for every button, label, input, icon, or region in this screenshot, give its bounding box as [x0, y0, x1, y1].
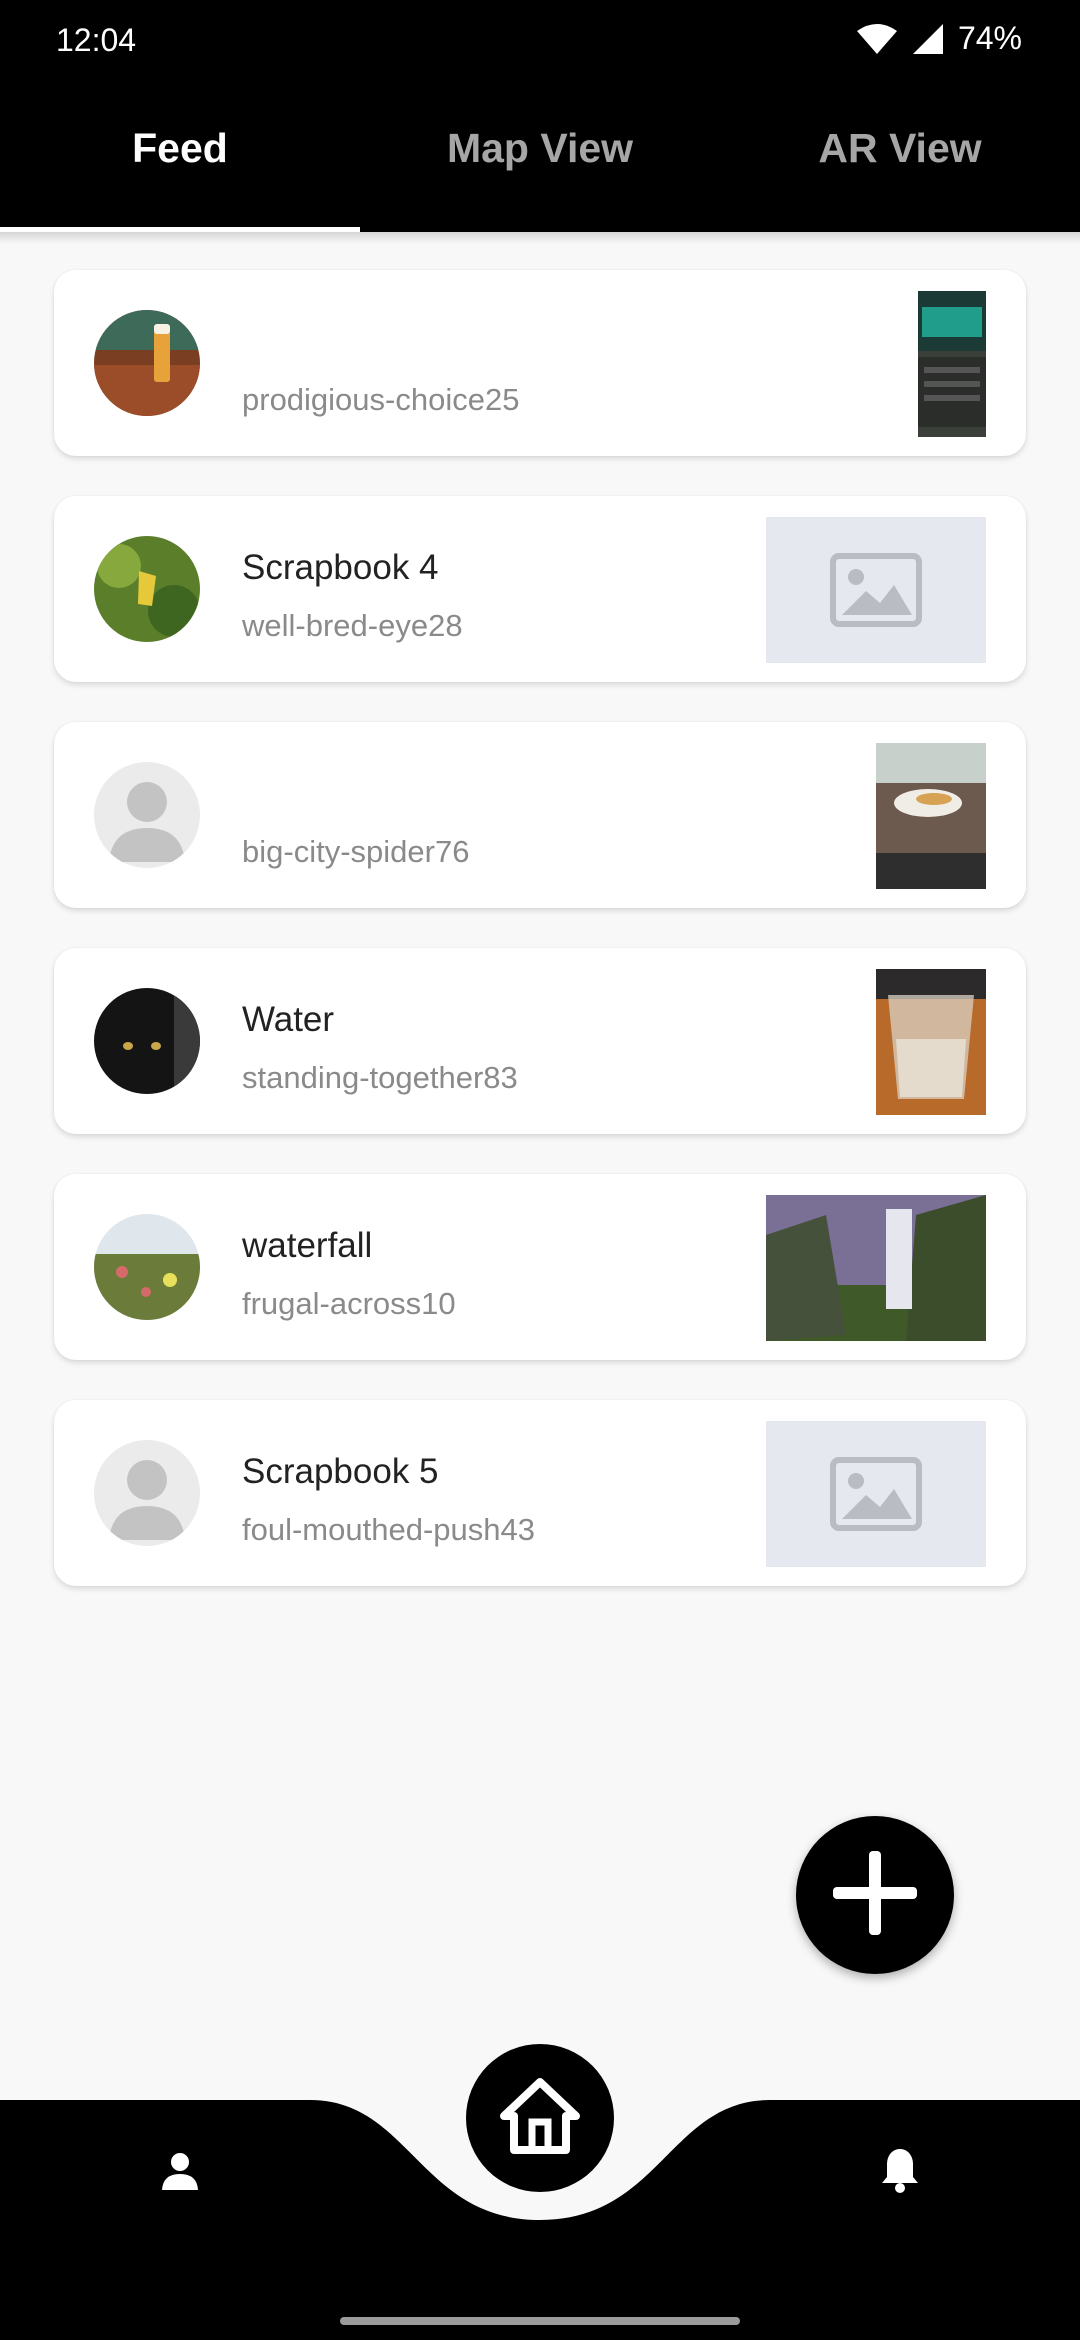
- feed-card[interactable]: prodigious-choice25: [54, 270, 1026, 456]
- card-username: well-bred-eye28: [242, 608, 463, 643]
- add-post-button[interactable]: [796, 1816, 954, 1974]
- bottom-navigation: [0, 2044, 1080, 2340]
- avatar: [94, 1214, 200, 1320]
- card-title: waterfall: [242, 1226, 373, 1265]
- status-bar: 12:04 74%: [0, 0, 1080, 82]
- feed-list: prodigious-choice25 Scrapbook 4 well-bre…: [54, 270, 1026, 1626]
- profile-nav-button[interactable]: [150, 2142, 210, 2202]
- feed-card[interactable]: Water standing-together83: [54, 948, 1026, 1134]
- image-placeholder-icon: [830, 553, 922, 627]
- card-thumbnail: [876, 969, 986, 1115]
- plus-icon: [827, 1845, 923, 1946]
- person-icon: [160, 2150, 200, 2195]
- card-username: big-city-spider76: [242, 834, 470, 869]
- tab-bar-shadow: [0, 232, 1080, 244]
- card-thumbnail: [766, 517, 986, 663]
- card-title: Scrapbook 4: [242, 548, 439, 587]
- tab-feed[interactable]: Feed: [0, 82, 360, 232]
- feed-card[interactable]: big-city-spider76: [54, 722, 1026, 908]
- card-username: frugal-across10: [242, 1286, 456, 1321]
- card-username: foul-mouthed-push43: [242, 1512, 535, 1547]
- home-icon: [498, 2076, 582, 2161]
- card-title: Water: [242, 1000, 335, 1039]
- card-username: standing-together83: [242, 1060, 518, 1095]
- card-thumbnail: [876, 743, 986, 889]
- cellular-signal-icon: [912, 23, 944, 55]
- battery-level: 74%: [957, 20, 1022, 56]
- status-time: 12:04: [56, 22, 137, 58]
- person-placeholder-icon: [94, 762, 200, 868]
- image-placeholder-icon: [830, 1457, 922, 1531]
- card-thumbnail: [918, 291, 986, 437]
- feed-card[interactable]: Scrapbook 5 foul-mouthed-push43: [54, 1400, 1026, 1586]
- bell-icon: [880, 2147, 920, 2198]
- home-nav-button[interactable]: [466, 2044, 614, 2192]
- card-title: Scrapbook 5: [242, 1452, 439, 1491]
- card-thumbnail: [766, 1421, 986, 1567]
- avatar: [94, 988, 200, 1094]
- tab-ar-view[interactable]: AR View: [720, 82, 1080, 232]
- feed-card[interactable]: Scrapbook 4 well-bred-eye28: [54, 496, 1026, 682]
- avatar: [94, 762, 200, 868]
- avatar: [94, 536, 200, 642]
- card-username: prodigious-choice25: [242, 382, 520, 417]
- notifications-nav-button[interactable]: [870, 2140, 930, 2204]
- feed-card[interactable]: waterfall frugal-across10: [54, 1174, 1026, 1360]
- person-placeholder-icon: [94, 1440, 200, 1546]
- avatar: [94, 1440, 200, 1546]
- tab-map-view[interactable]: Map View: [360, 82, 720, 232]
- status-icons: 74%: [856, 20, 1022, 57]
- avatar: [94, 310, 200, 416]
- wifi-icon: [856, 23, 898, 55]
- tab-bar: Feed Map View AR View: [0, 82, 1080, 232]
- gesture-navigation-bar[interactable]: [340, 2317, 740, 2325]
- card-thumbnail: [766, 1195, 986, 1341]
